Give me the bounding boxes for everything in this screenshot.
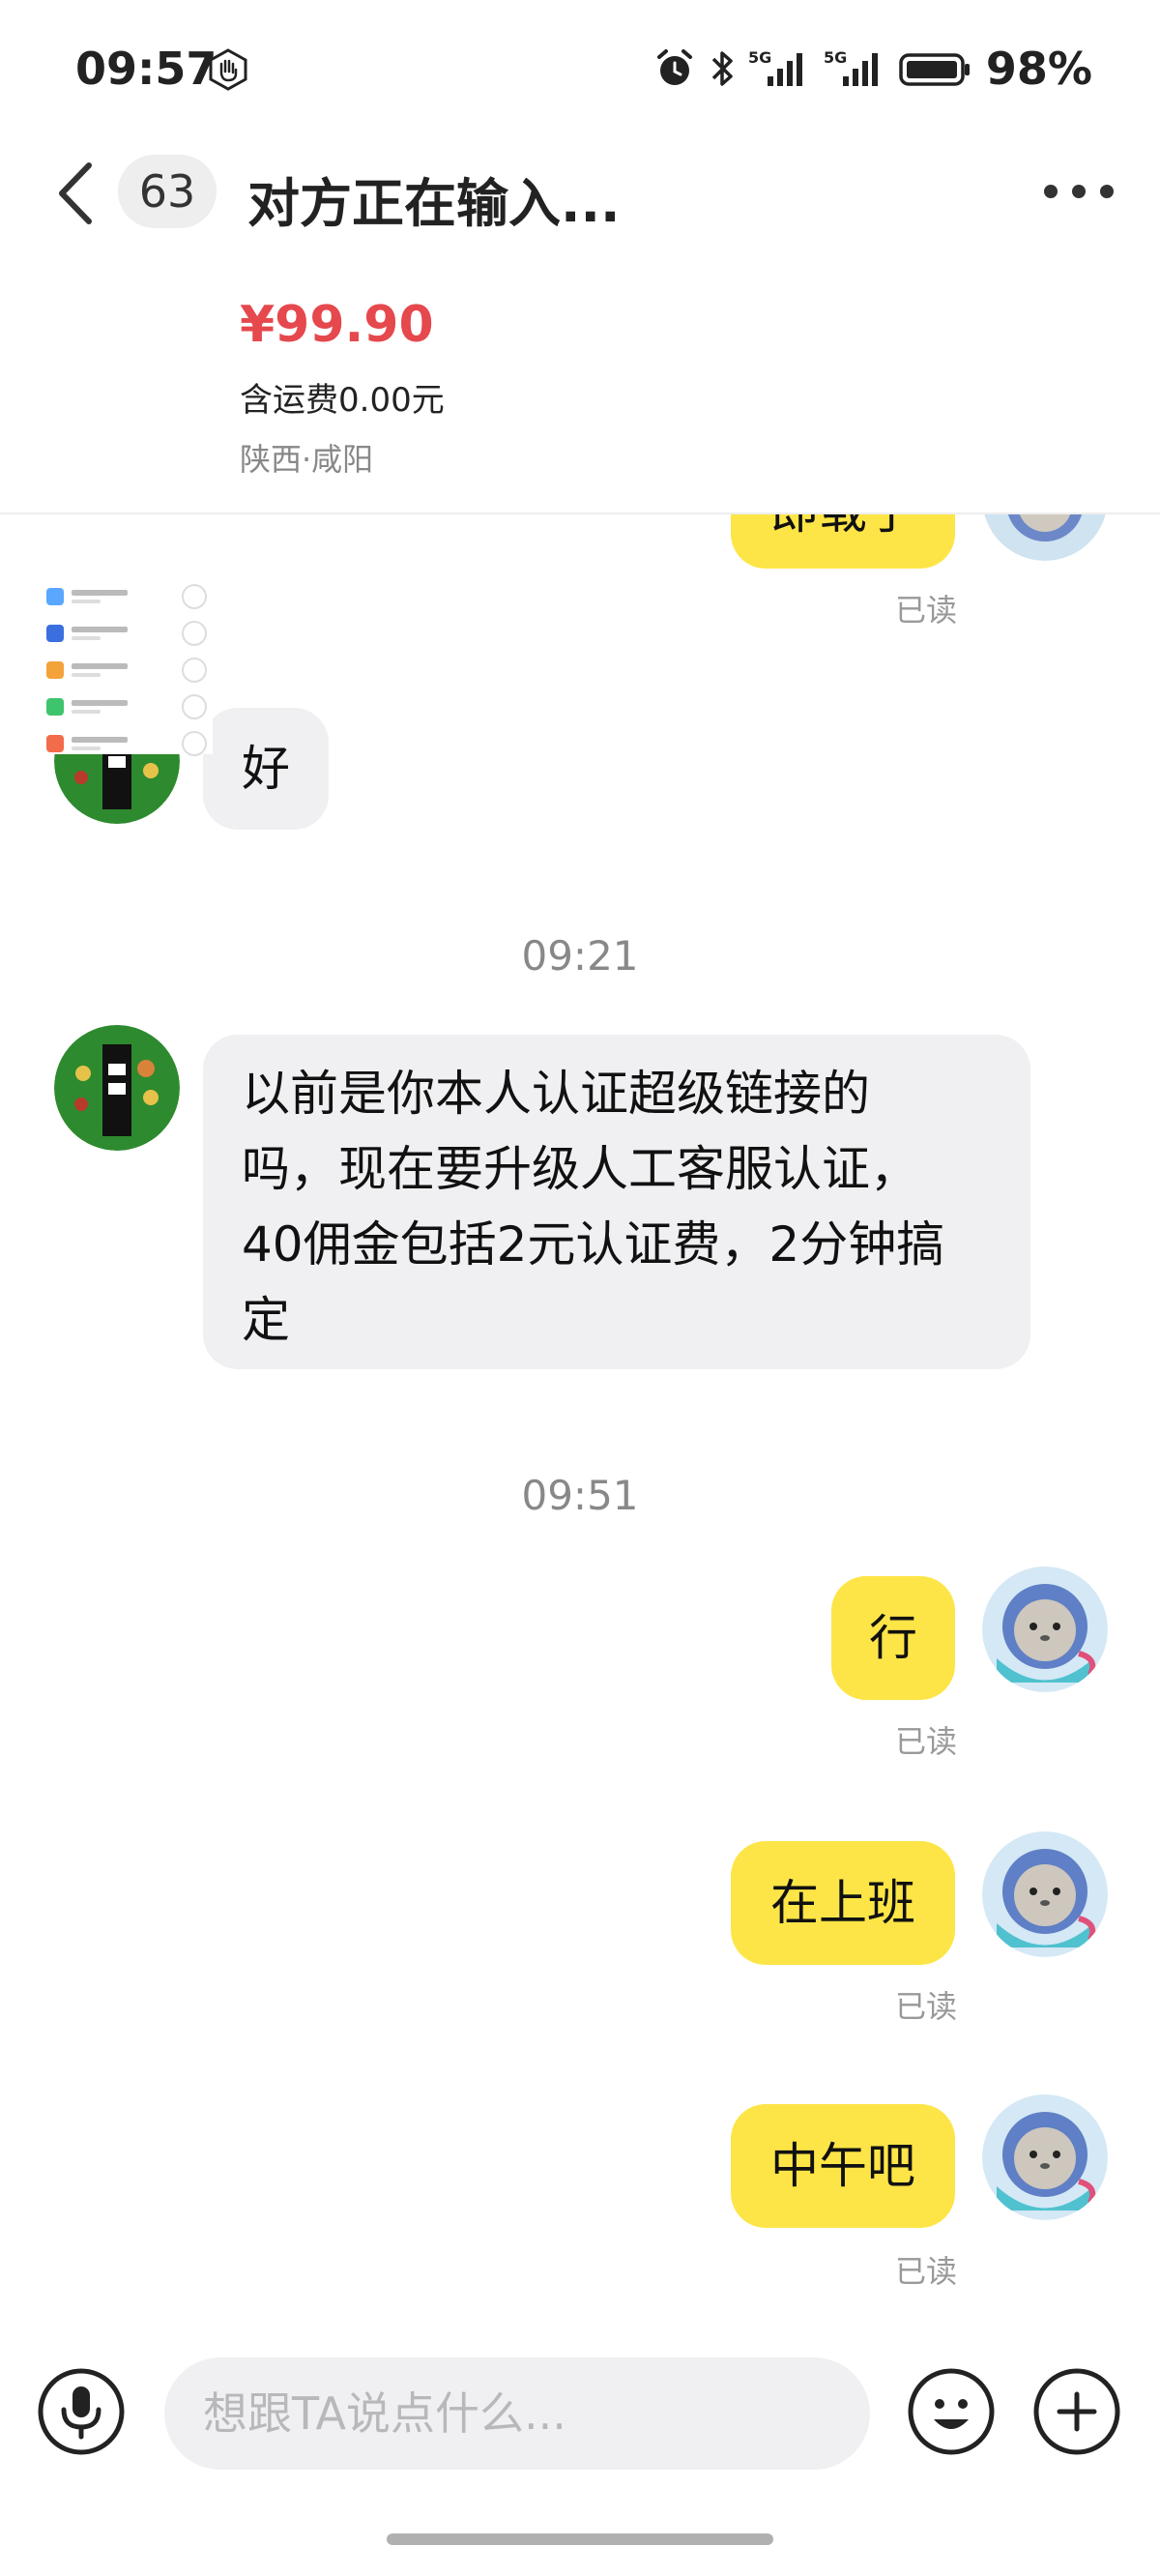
gesture-icon bbox=[209, 48, 247, 91]
battery-icon bbox=[899, 53, 970, 86]
home-indicator[interactable] bbox=[387, 2533, 773, 2545]
product-price: ¥99.90 bbox=[240, 296, 434, 354]
status-icons: 5G 5G 98% bbox=[653, 43, 1092, 95]
emoji-icon[interactable] bbox=[907, 2367, 996, 2456]
message-bubble[interactable]: 在上班 bbox=[731, 1841, 955, 1965]
read-receipt: 已读 bbox=[895, 2253, 958, 2290]
bluetooth-icon bbox=[711, 51, 733, 86]
back-icon[interactable] bbox=[52, 160, 101, 227]
message-text: 好 bbox=[242, 741, 290, 797]
message-bubble[interactable]: 以前是你本人认证超级链接的 吗，现在要升级人工客服认证， 40佣金包括2元认证费… bbox=[203, 1035, 1030, 1369]
svg-text:5G: 5G bbox=[748, 48, 771, 67]
message-text: 中午吧 bbox=[770, 2138, 915, 2194]
message-line: 吗，现在要升级人工客服认证， bbox=[242, 1141, 918, 1197]
read-receipt: 已读 bbox=[895, 1723, 958, 1760]
svg-text:5G: 5G bbox=[824, 48, 847, 67]
product-shipping: 含运费0.00元 bbox=[240, 381, 445, 420]
5g-signal-icon: 5G bbox=[748, 48, 802, 86]
unread-count-badge[interactable]: 63 bbox=[118, 155, 217, 228]
message-timestamp: 09:51 bbox=[521, 1472, 639, 1519]
plus-icon[interactable] bbox=[1032, 2367, 1121, 2456]
my-avatar[interactable] bbox=[982, 2094, 1108, 2220]
read-receipt: 已读 bbox=[895, 1988, 958, 2025]
microphone-icon[interactable] bbox=[37, 2367, 126, 2456]
message-bubble[interactable]: 中午吧 bbox=[731, 2104, 955, 2228]
more-options-icon[interactable] bbox=[1044, 172, 1114, 211]
contact-avatar[interactable] bbox=[54, 1025, 180, 1151]
message-text: 在上班 bbox=[770, 1875, 915, 1931]
product-card[interactable] bbox=[0, 280, 1160, 756]
product-location: 陕西·咸阳 bbox=[240, 441, 374, 478]
battery-percent: 98% bbox=[985, 43, 1092, 95]
message-timestamp: 09:21 bbox=[521, 932, 639, 980]
chat-area[interactable]: 即载了 已读 好 09:21 以前是你本人认证超级链接的 吗，现在要升级 bbox=[0, 435, 1160, 2330]
my-avatar[interactable] bbox=[982, 1566, 1108, 1692]
status-time: 09:57 bbox=[75, 43, 218, 95]
message-input[interactable] bbox=[164, 2357, 870, 2470]
chat-title: 对方正在输入... bbox=[247, 173, 621, 234]
alarm-icon bbox=[656, 49, 692, 85]
status-bar: 09:57 5G 5G 98% bbox=[0, 0, 1160, 145]
message-line: 40佣金包括2元认证费，2分钟搞 bbox=[242, 1216, 945, 1273]
message-bubble[interactable]: 行 bbox=[831, 1576, 955, 1700]
5g-signal-icon: 5G bbox=[824, 48, 878, 86]
message-line: 以前是你本人认证超级链接的 bbox=[242, 1066, 870, 1122]
message-bubble[interactable]: 好 bbox=[203, 708, 329, 830]
message-text: 行 bbox=[869, 1610, 917, 1666]
product-thumbnail[interactable] bbox=[39, 571, 213, 756]
my-avatar[interactable] bbox=[982, 1831, 1108, 1957]
message-line: 定 bbox=[242, 1292, 290, 1348]
read-receipt: 已读 bbox=[895, 592, 958, 629]
